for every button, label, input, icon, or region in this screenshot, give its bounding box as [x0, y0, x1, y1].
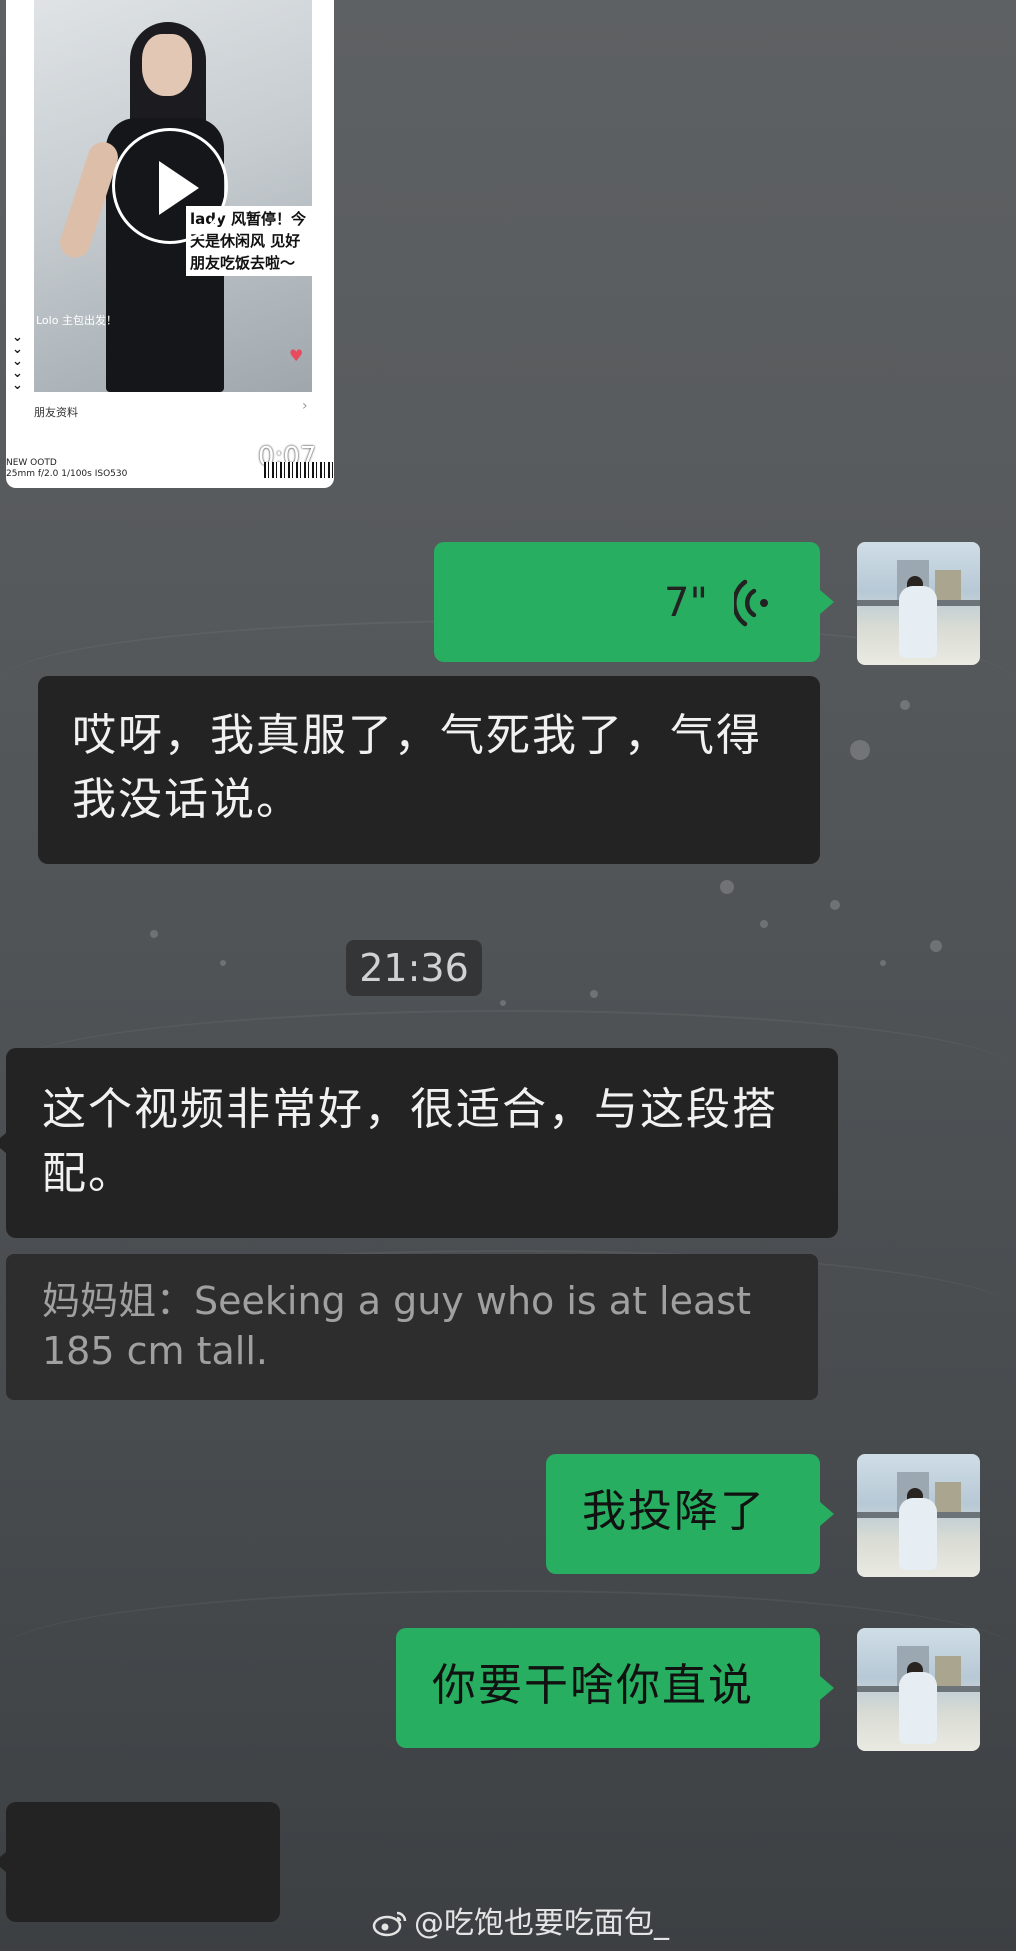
friend-info-label[interactable]: 朋友资料: [34, 404, 78, 420]
watermark: @吃饱也要吃面包_: [372, 1904, 669, 1944]
shared-video-card[interactable]: Lolo 主包出发！ ♥ lady 风暂停！今天是休闲风 见好朋友吃饭去啦～ ⌄…: [6, 0, 334, 488]
voice-wave-icon: [734, 579, 768, 627]
ootd-line-2: 25mm f/2.0 1/100s ISO530: [6, 469, 128, 479]
message-text: 我投降了: [582, 1486, 766, 1537]
received-message-bubble[interactable]: [0, 1802, 280, 1922]
heart-icon: ♥: [289, 346, 304, 365]
timestamp: 21:36: [346, 940, 482, 996]
chevron-down-icon: ⌄ ⌄ ⌄ ⌄ ⌄: [12, 330, 23, 393]
avatar[interactable]: [857, 1454, 980, 1577]
play-button[interactable]: [112, 128, 228, 244]
avatar[interactable]: [857, 542, 980, 665]
chevron-right-icon: ›: [302, 398, 308, 414]
sent-message-bubble[interactable]: 你要干啥你直说: [396, 1628, 834, 1748]
voice-duration: 7": [664, 580, 708, 626]
received-message-bubble[interactable]: 哎呀，我真服了，气死我了，气得我没话说。: [38, 676, 820, 864]
quoted-message[interactable]: 妈妈姐：Seeking a guy who is at least 185 cm…: [6, 1254, 818, 1400]
received-message-bubble[interactable]: 这个视频非常好，很适合，与这段搭配。: [0, 1048, 838, 1238]
video-tag: Lolo 主包出发！: [36, 314, 117, 327]
ootd-line-1: NEW OOTD: [6, 458, 57, 468]
ootd-label: NEW OOTD 25mm f/2.0 1/100s ISO530: [6, 458, 127, 480]
message-text: 你要干啥你直说: [432, 1660, 754, 1711]
message-text: 这个视频非常好，很适合，与这段搭配。: [42, 1084, 778, 1199]
quote-text: 妈妈姐：Seeking a guy who is at least 185 cm…: [42, 1279, 751, 1373]
weibo-icon: [372, 1911, 407, 1937]
sent-message-bubble[interactable]: 我投降了: [546, 1454, 834, 1574]
avatar[interactable]: [857, 1628, 980, 1751]
comment-icon: [322, 344, 334, 356]
play-icon: [159, 161, 199, 215]
watermark-text: @吃饱也要吃面包_: [414, 1906, 669, 1941]
voice-message-bubble[interactable]: 7": [434, 542, 834, 662]
message-text: 哎呀，我真服了，气死我了，气得我没话说。: [72, 710, 762, 825]
barcode-icon: [264, 462, 334, 478]
